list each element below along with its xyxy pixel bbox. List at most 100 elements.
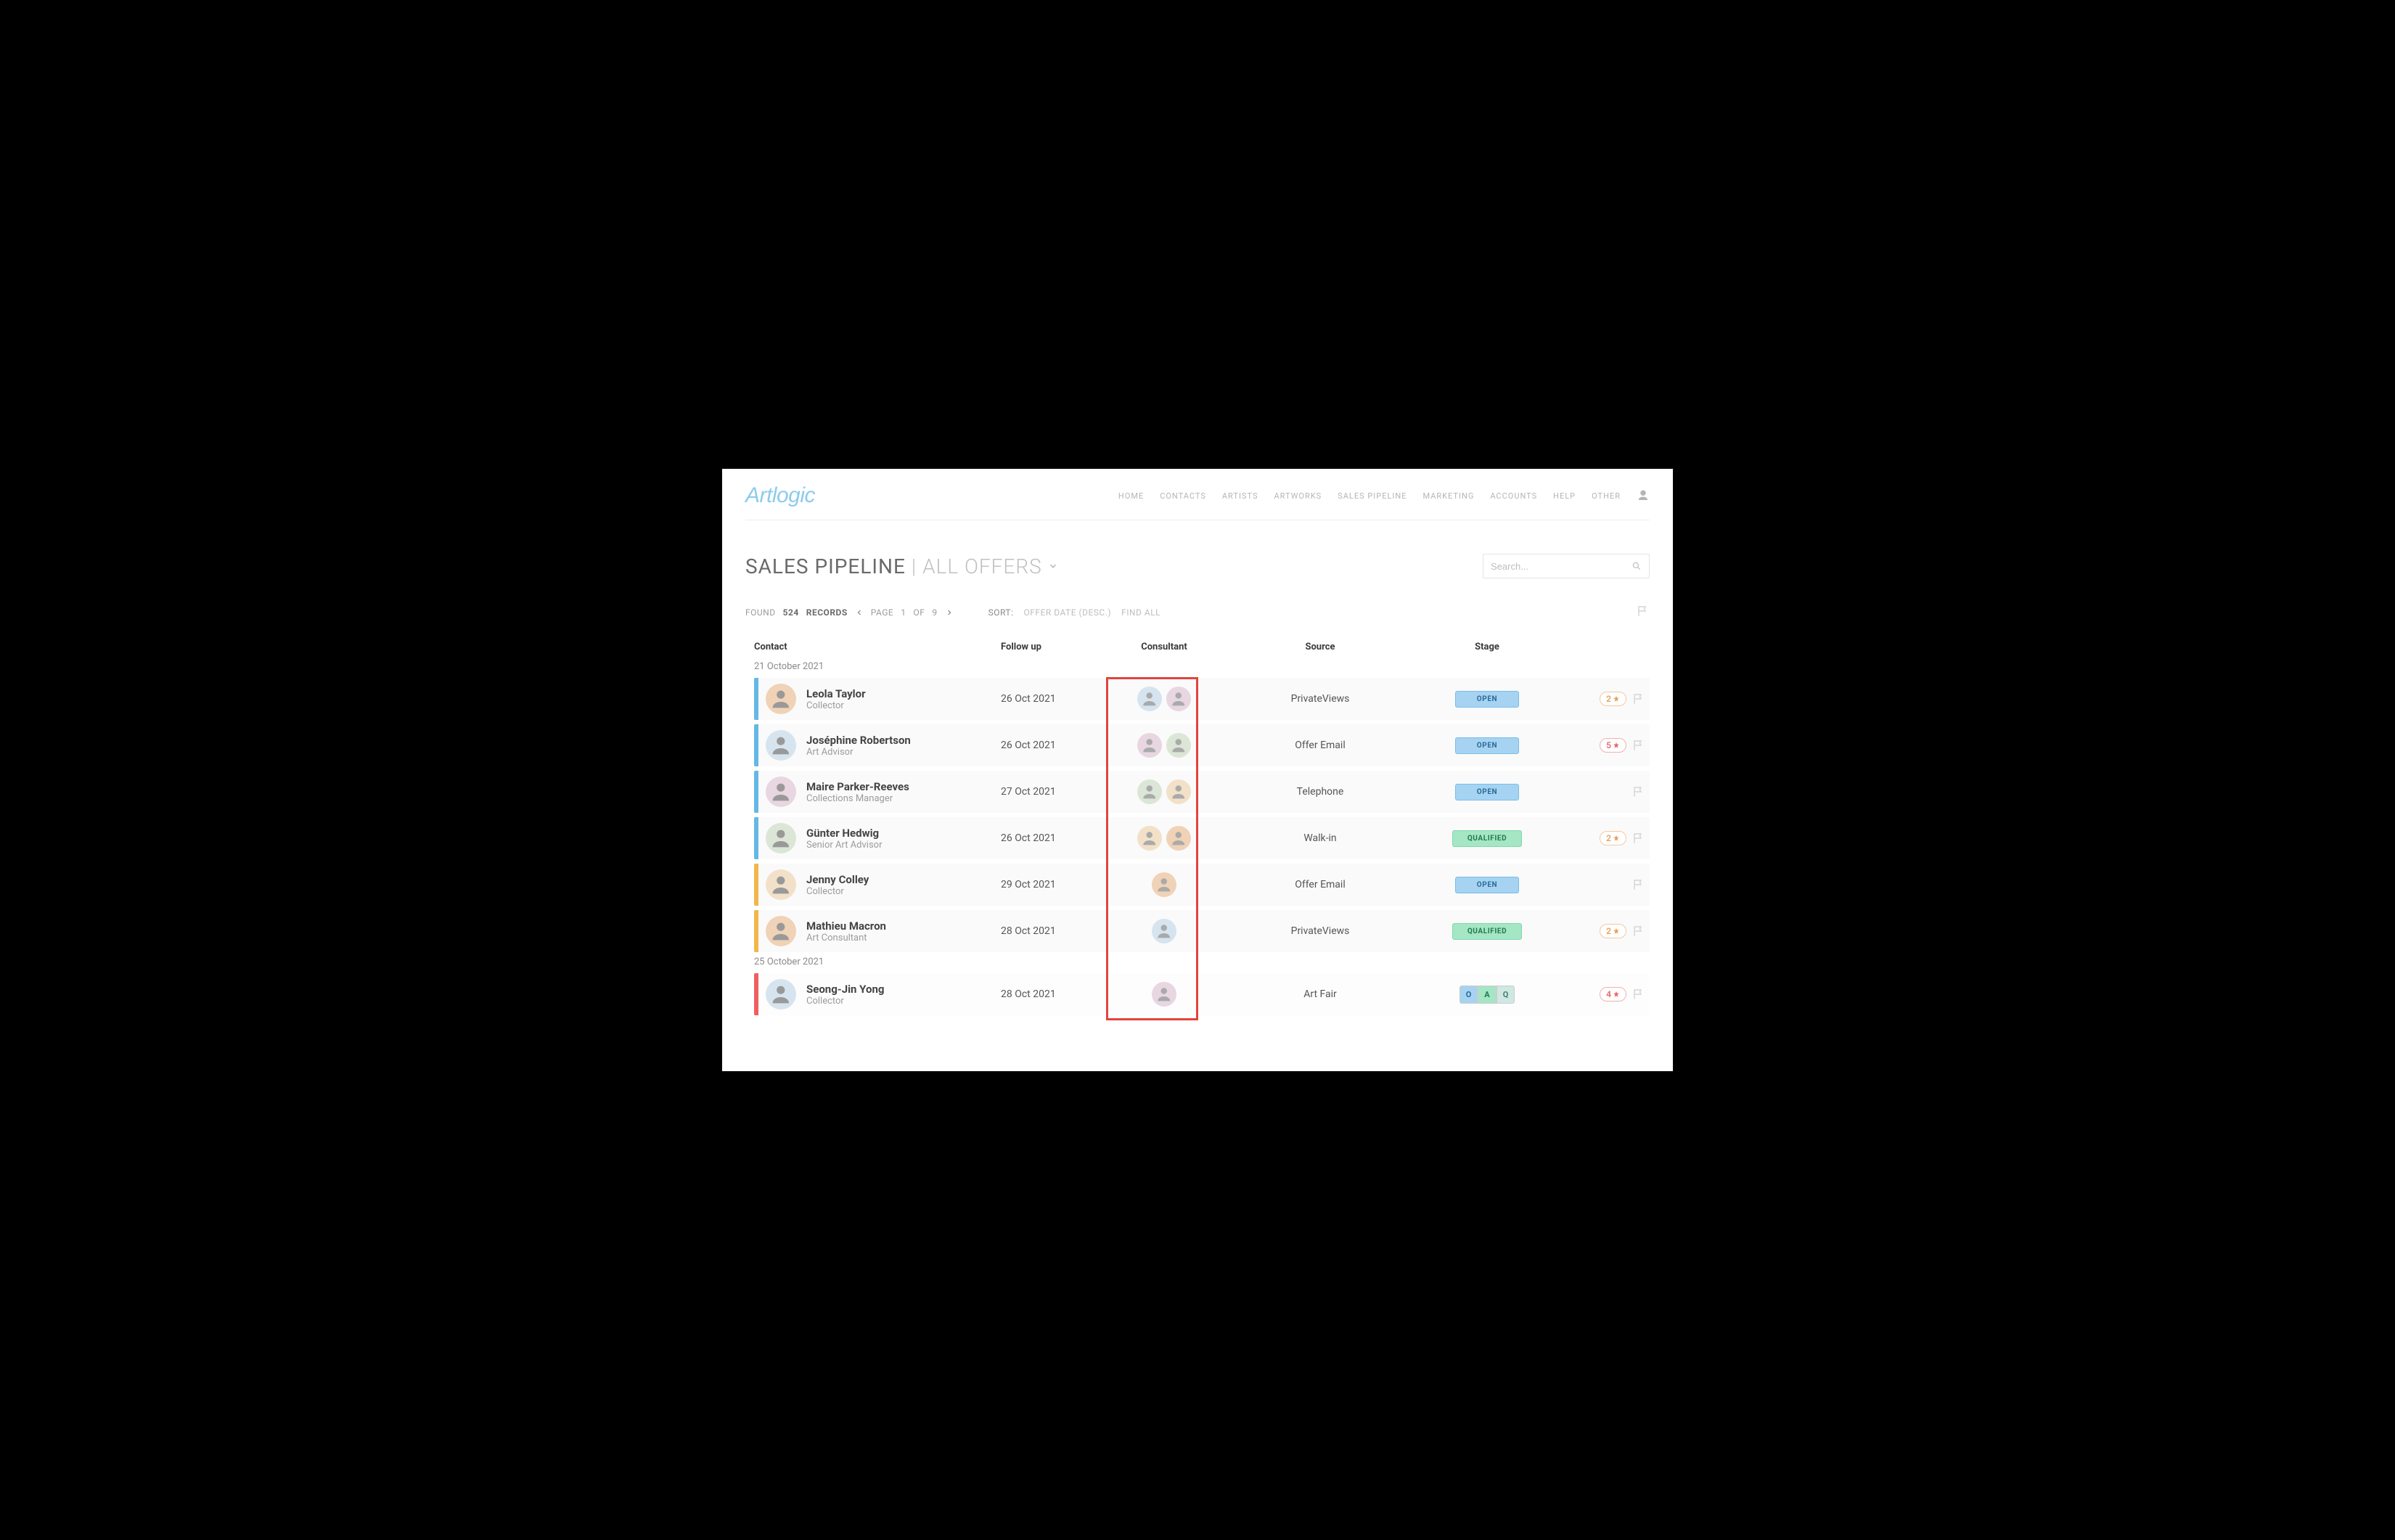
table-row[interactable]: Joséphine RobertsonArt Advisor26 Oct 202… xyxy=(754,724,1650,766)
consultant-avatar[interactable] xyxy=(1152,919,1176,943)
date-group-label: 21 October 2021 xyxy=(722,657,1673,673)
table-row[interactable]: Jenny ColleyCollector29 Oct 2021Offer Em… xyxy=(754,864,1650,906)
star-badge[interactable]: 2 xyxy=(1600,692,1626,706)
contact-cell[interactable]: Günter HedwigSenior Art Advisor xyxy=(758,823,1001,853)
page-subtitle-dropdown[interactable]: | ALL OFFERS xyxy=(912,554,1058,578)
consultant-avatar[interactable] xyxy=(1137,687,1162,711)
stage-pill-open[interactable]: OPEN xyxy=(1455,691,1519,708)
page-title: SALES PIPELINE xyxy=(745,554,906,578)
stage-pill-multi[interactable]: OAQ xyxy=(1459,986,1515,1004)
contact-cell[interactable]: Maire Parker-ReevesCollections Manager xyxy=(758,777,1001,807)
search-input[interactable] xyxy=(1491,561,1632,572)
col-source[interactable]: Source xyxy=(1219,642,1422,652)
table-row[interactable]: Seong-Jin YongCollector28 Oct 2021Art Fa… xyxy=(754,973,1650,1015)
contact-role: Art Consultant xyxy=(806,933,886,943)
row-flag-icon[interactable] xyxy=(1632,739,1645,752)
stage-chip[interactable]: A xyxy=(1478,986,1496,1004)
nav-sales-pipeline[interactable]: SALES PIPELINE xyxy=(1338,491,1407,501)
col-consultant[interactable]: Consultant xyxy=(1110,642,1219,652)
consultant-avatar[interactable] xyxy=(1166,687,1191,711)
row-flag-icon[interactable] xyxy=(1632,692,1645,705)
row-flag-icon[interactable] xyxy=(1632,878,1645,891)
stage-chip[interactable]: O xyxy=(1459,986,1478,1004)
consultant-cell[interactable] xyxy=(1110,733,1219,758)
contact-role: Senior Art Advisor xyxy=(806,840,882,851)
user-icon[interactable] xyxy=(1637,489,1650,502)
brand-logo[interactable]: Artlogic xyxy=(745,483,815,508)
star-badge[interactable]: 2 xyxy=(1600,924,1626,938)
flag-icon[interactable] xyxy=(1637,605,1650,618)
contact-name: Maire Parker-Reeves xyxy=(806,780,909,793)
consultant-avatar[interactable] xyxy=(1166,733,1191,758)
stage-pill-open[interactable]: OPEN xyxy=(1455,784,1519,800)
nav-artists[interactable]: ARTISTS xyxy=(1222,491,1258,501)
consultant-avatar[interactable] xyxy=(1137,826,1162,851)
consultant-cell[interactable] xyxy=(1110,826,1219,851)
star-badge[interactable]: 5 xyxy=(1600,738,1626,753)
sort-value[interactable]: OFFER DATE (DESC.) xyxy=(1024,607,1112,618)
table-row[interactable]: Maire Parker-ReevesCollections Manager27… xyxy=(754,771,1650,813)
col-stage[interactable]: Stage xyxy=(1422,642,1552,652)
consultant-cell[interactable] xyxy=(1110,687,1219,711)
page-subtitle-separator: | xyxy=(912,554,917,578)
stage-pill-qualified[interactable]: QUALIFIED xyxy=(1452,923,1522,940)
consultant-avatar[interactable] xyxy=(1166,779,1191,804)
chevron-down-icon xyxy=(1048,561,1058,571)
col-contact[interactable]: Contact xyxy=(754,642,1001,652)
stage-cell[interactable]: OPEN xyxy=(1422,784,1552,800)
table-row[interactable]: Mathieu MacronArt Consultant28 Oct 2021P… xyxy=(754,910,1650,952)
nav-other[interactable]: OTHER xyxy=(1592,491,1621,501)
contact-cell[interactable]: Mathieu MacronArt Consultant xyxy=(758,916,1001,946)
consultant-avatar[interactable] xyxy=(1137,779,1162,804)
stage-pill-qualified[interactable]: QUALIFIED xyxy=(1452,830,1522,847)
row-flag-icon[interactable] xyxy=(1632,832,1645,845)
consultant-cell[interactable] xyxy=(1110,779,1219,804)
consultant-avatar[interactable] xyxy=(1166,826,1191,851)
contact-cell[interactable]: Leola TaylorCollector xyxy=(758,684,1001,714)
contact-avatar xyxy=(766,777,796,807)
stage-cell[interactable]: OPEN xyxy=(1422,691,1552,708)
consultant-cell[interactable] xyxy=(1110,919,1219,943)
pager-prev-icon[interactable] xyxy=(855,608,864,617)
stage-cell[interactable]: QUALIFIED xyxy=(1422,923,1552,940)
table-row[interactable]: Leola TaylorCollector26 Oct 2021PrivateV… xyxy=(754,678,1650,720)
contact-cell[interactable]: Seong-Jin YongCollector xyxy=(758,979,1001,1009)
consultant-avatar[interactable] xyxy=(1152,872,1176,897)
row-flag-icon[interactable] xyxy=(1632,925,1645,938)
star-badge[interactable]: 4 xyxy=(1600,987,1626,1002)
table-row[interactable]: Günter HedwigSenior Art Advisor26 Oct 20… xyxy=(754,817,1650,859)
records-label: RECORDS xyxy=(806,607,848,618)
pager-next-icon[interactable] xyxy=(945,608,954,617)
meta-row: FOUND 524 RECORDS PAGE 1 OF 9 SORT: OFFE… xyxy=(722,578,1673,620)
col-actions xyxy=(1552,642,1641,652)
find-all-link[interactable]: FIND ALL xyxy=(1121,607,1160,618)
followup-cell: 26 Oct 2021 xyxy=(1001,693,1110,705)
stage-cell[interactable]: OPEN xyxy=(1422,737,1552,754)
nav-contacts[interactable]: CONTACTS xyxy=(1160,491,1206,501)
nav-accounts[interactable]: ACCOUNTS xyxy=(1490,491,1537,501)
nav-artworks[interactable]: ARTWORKS xyxy=(1274,491,1322,501)
consultant-avatar[interactable] xyxy=(1152,982,1176,1007)
stage-pill-open[interactable]: OPEN xyxy=(1455,737,1519,754)
stage-cell[interactable]: QUALIFIED xyxy=(1422,830,1552,847)
consultant-avatar[interactable] xyxy=(1137,733,1162,758)
star-badge[interactable]: 2 xyxy=(1600,831,1626,845)
row-flag-icon[interactable] xyxy=(1632,988,1645,1001)
row-flag-icon[interactable] xyxy=(1632,785,1645,798)
col-followup[interactable]: Follow up xyxy=(1001,642,1110,652)
stage-chip[interactable]: Q xyxy=(1497,986,1515,1004)
nav-help[interactable]: HELP xyxy=(1553,491,1576,501)
nav-marketing[interactable]: MARKETING xyxy=(1423,491,1475,501)
contact-cell[interactable]: Joséphine RobertsonArt Advisor xyxy=(758,730,1001,761)
nav-home[interactable]: HOME xyxy=(1118,491,1144,501)
stage-cell[interactable]: OAQ xyxy=(1422,986,1552,1004)
stage-cell[interactable]: OPEN xyxy=(1422,877,1552,893)
consultant-cell[interactable] xyxy=(1110,982,1219,1007)
contact-text: Mathieu MacronArt Consultant xyxy=(806,920,886,943)
source-cell: Telephone xyxy=(1219,786,1422,798)
search-box[interactable] xyxy=(1483,554,1650,578)
stage-pill-open[interactable]: OPEN xyxy=(1455,877,1519,893)
source-cell: Art Fair xyxy=(1219,988,1422,1000)
contact-cell[interactable]: Jenny ColleyCollector xyxy=(758,869,1001,900)
consultant-cell[interactable] xyxy=(1110,872,1219,897)
